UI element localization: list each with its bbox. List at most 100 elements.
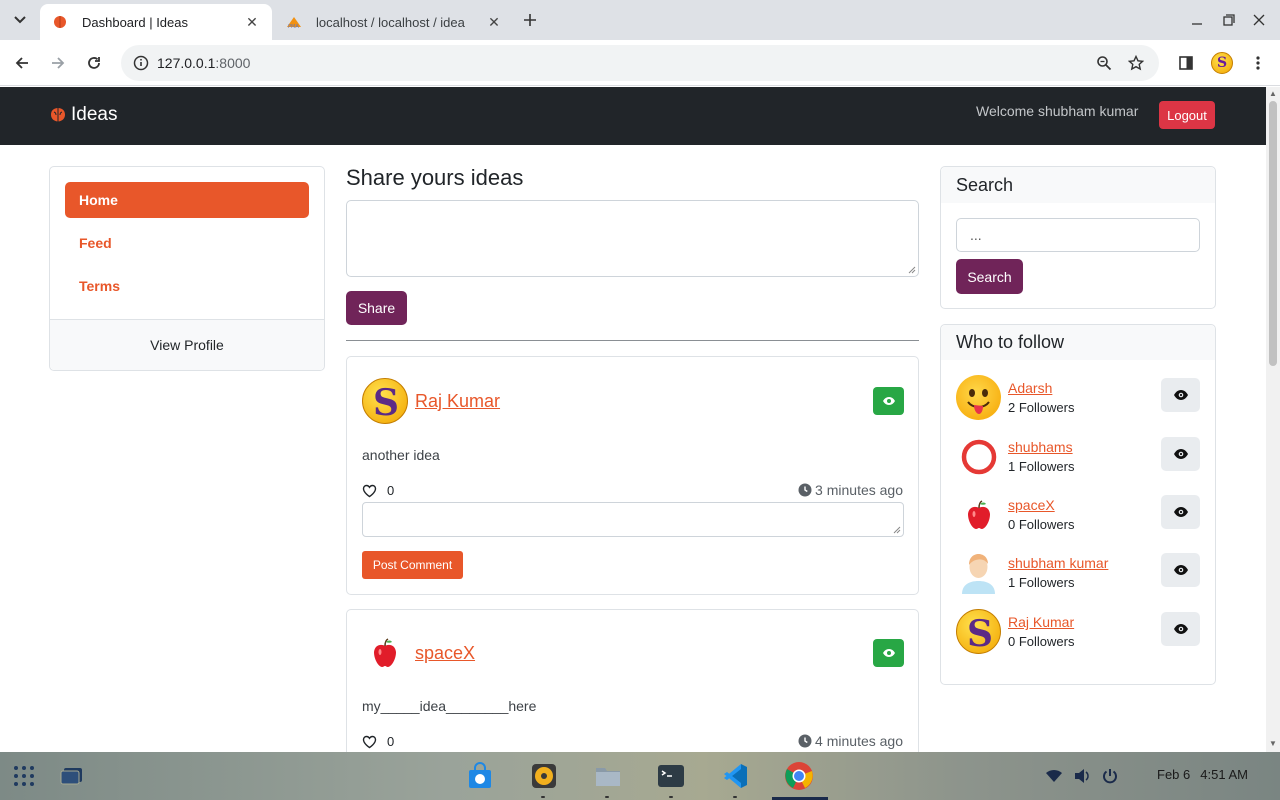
post-time: 3 minutes ago	[798, 482, 903, 498]
like-row: 0	[362, 483, 394, 498]
idea-textarea[interactable]	[346, 200, 919, 277]
view-post-button[interactable]	[873, 387, 904, 415]
divider	[346, 340, 919, 341]
follower-count: 0 Followers	[1008, 634, 1075, 649]
view-post-button[interactable]	[873, 639, 904, 667]
follow-name-link[interactable]: shubham kumar	[1008, 555, 1108, 571]
reload-icon	[88, 57, 100, 69]
close-window-button[interactable]	[1245, 8, 1273, 32]
svg-text:S: S	[373, 382, 399, 421]
search-input[interactable]: ...	[956, 218, 1200, 252]
follow-name-link[interactable]: shubhams	[1008, 439, 1073, 455]
post-content: my_____idea________here	[362, 698, 537, 714]
eye-icon	[1173, 390, 1188, 400]
url-text: 127.0.0.1:8000	[157, 55, 251, 71]
address-bar[interactable]: 127.0.0.1:8000	[121, 45, 1159, 81]
svg-text:S: S	[967, 613, 993, 652]
follow-suggestion: S Raj Kumar 0 Followers	[956, 609, 1201, 657]
scroll-up-icon[interactable]: ▲	[1269, 90, 1277, 98]
brand-link[interactable]: Ideas	[49, 104, 117, 126]
terminal-icon[interactable]	[656, 761, 686, 791]
chevron-down-icon	[14, 16, 26, 24]
eye-icon	[1173, 449, 1188, 459]
clock-time: 4:51 AM	[1200, 767, 1248, 782]
avatar	[956, 492, 1001, 537]
post-content: another idea	[362, 447, 440, 463]
minimize-button[interactable]	[1183, 8, 1211, 32]
page-scrollbar[interactable]: ▲ ▼	[1266, 87, 1280, 752]
restore-button[interactable]	[1215, 8, 1243, 32]
post-author-link[interactable]: spaceX	[415, 643, 475, 664]
follow-name-link[interactable]: Adarsh	[1008, 380, 1052, 396]
follow-name-link[interactable]: spaceX	[1008, 497, 1055, 513]
clock-date: Feb 6	[1157, 767, 1191, 782]
site-info-icon[interactable]	[123, 55, 159, 71]
chrome-icon[interactable]	[784, 761, 814, 791]
idea-card: S Raj Kumar another idea 0 3 minutes ago…	[346, 356, 919, 595]
heart-icon[interactable]	[362, 735, 377, 749]
post-author-link[interactable]: Raj Kumar	[415, 391, 500, 412]
sidebar-item-home[interactable]: Home	[65, 182, 309, 218]
tab-title: localhost / localhost / idea	[316, 14, 465, 30]
follow-suggestion: Adarsh 2 Followers	[956, 375, 1201, 423]
avatar	[956, 434, 1001, 479]
view-profile-button[interactable]	[1161, 553, 1200, 587]
follow-name-link[interactable]: Raj Kumar	[1008, 614, 1074, 630]
welcome-text: Welcome shubham kumar	[976, 103, 1139, 119]
view-profile-button[interactable]	[1161, 495, 1200, 529]
power-icon[interactable]	[1100, 766, 1120, 786]
reload-button[interactable]	[80, 49, 108, 77]
sidebar-item-terms[interactable]: Terms	[65, 268, 309, 304]
scrollbar-thumb[interactable]	[1269, 101, 1277, 366]
launcher-button[interactable]	[9, 761, 39, 791]
post-time-text: 4 minutes ago	[815, 733, 903, 749]
files-icon[interactable]	[593, 761, 623, 791]
clock-icon	[798, 483, 812, 497]
like-count: 0	[387, 734, 395, 749]
avatar	[362, 630, 408, 676]
forward-button[interactable]	[44, 49, 72, 77]
heart-icon[interactable]	[362, 484, 377, 498]
resize-handle-icon[interactable]	[908, 266, 916, 274]
share-button[interactable]: Share	[346, 291, 407, 325]
tab-dashboard[interactable]: Dashboard | Ideas ✕	[40, 4, 272, 40]
search-button[interactable]: Search	[956, 259, 1023, 294]
avatar	[956, 550, 1001, 595]
bookmark-button[interactable]	[1122, 49, 1150, 77]
tab-search-button[interactable]	[6, 8, 34, 32]
side-panel-icon	[1179, 56, 1193, 70]
close-icon[interactable]: ✕	[244, 14, 260, 30]
resize-handle-icon[interactable]	[893, 526, 901, 534]
wifi-icon[interactable]	[1044, 766, 1064, 786]
volume-icon[interactable]	[1072, 766, 1092, 786]
tab-phpmyadmin[interactable]: PMA localhost / localhost / idea ✕	[274, 4, 514, 40]
music-player-icon[interactable]	[529, 761, 559, 791]
comment-textarea[interactable]	[362, 502, 904, 537]
eye-icon	[1173, 565, 1188, 575]
workspaces-button[interactable]	[57, 761, 87, 791]
follow-suggestion: spaceX 0 Followers	[956, 492, 1201, 540]
post-comment-button[interactable]: Post Comment	[362, 551, 463, 579]
back-button[interactable]	[8, 49, 36, 77]
scroll-down-icon[interactable]: ▼	[1269, 740, 1277, 748]
zoom-button[interactable]	[1090, 49, 1118, 77]
sidebar-item-feed[interactable]: Feed	[65, 225, 309, 261]
view-profile-link[interactable]: View Profile	[50, 319, 324, 370]
chrome-menu-button[interactable]	[1244, 49, 1272, 77]
like-count: 0	[387, 483, 395, 498]
vscode-icon[interactable]	[720, 761, 750, 791]
view-profile-button[interactable]	[1161, 612, 1200, 646]
view-profile-button[interactable]	[1161, 378, 1200, 412]
view-profile-button[interactable]	[1161, 437, 1200, 471]
software-store-icon[interactable]	[465, 761, 495, 791]
running-indicator	[541, 796, 545, 798]
browser-profile-avatar[interactable]: S	[1211, 52, 1233, 74]
side-panel-button[interactable]	[1172, 49, 1200, 77]
logout-button[interactable]: Logout	[1159, 101, 1215, 129]
system-clock[interactable]: Feb 6 4:51 AM	[1157, 767, 1248, 782]
tab-title: Dashboard | Ideas	[82, 14, 188, 30]
windows-icon	[60, 768, 82, 785]
sidebar-card: Home Feed Terms View Profile	[49, 166, 325, 371]
close-icon[interactable]: ✕	[486, 14, 502, 30]
new-tab-button[interactable]	[518, 8, 542, 32]
